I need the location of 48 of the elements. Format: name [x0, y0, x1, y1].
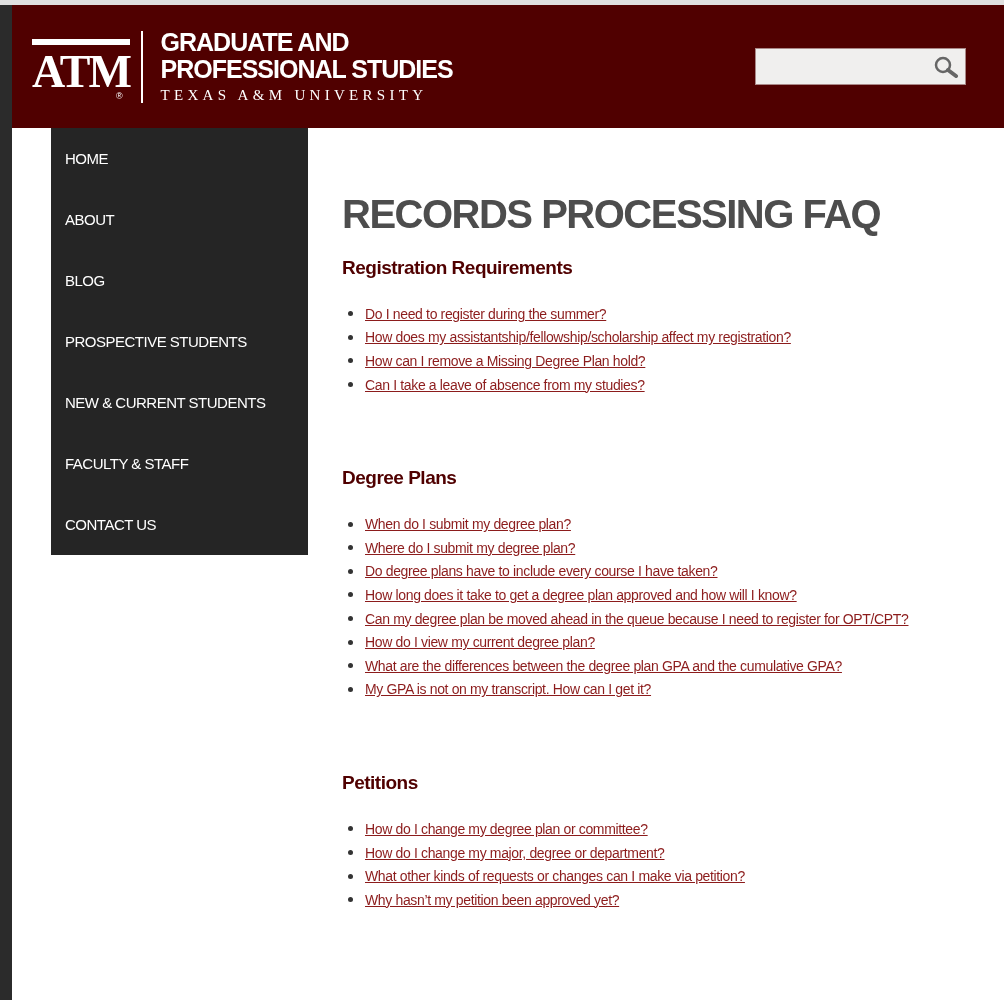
nav-link[interactable]: BLOG	[51, 250, 308, 311]
bullet-icon	[348, 850, 353, 855]
faq-link[interactable]: Do degree plans have to include every course I have taken?	[365, 563, 718, 580]
search-field[interactable]	[755, 48, 966, 85]
section-heading: Registration Requirements	[342, 256, 574, 280]
faq-link[interactable]: How can I remove a Missing Degree Plan hold?	[365, 353, 646, 369]
site-title: PROFESSIONAL STUDIES	[160, 56, 453, 83]
section-heading: Petitions	[342, 771, 419, 796]
bullet-icon	[348, 663, 353, 669]
bullet-icon	[348, 545, 353, 551]
faq-link[interactable]: My GPA is not on my transcript. How can I get it?	[365, 681, 652, 698]
faq-link[interactable]: How does my assistantship/fellowship/scholarship affect my registration?	[365, 329, 791, 346]
bullet-icon	[348, 358, 353, 364]
faq-link[interactable]: How long does it take to get a degree plan approved and how will I know?	[365, 586, 797, 603]
bullet-icon	[348, 592, 353, 598]
bullet-icon	[348, 897, 353, 903]
faq-link[interactable]: What are the differences between the degree plan GPA and the cumulative GPA?	[365, 657, 842, 674]
faq-link[interactable]: How do I view my current degree plan?	[365, 634, 595, 651]
nav-link[interactable]: ABOUT	[51, 189, 308, 250]
faq-link[interactable]: Can my degree plan be moved ahead in the queue because I need to register for OPT/CPT?	[365, 610, 909, 627]
section-heading: Degree Plans	[342, 466, 458, 491]
faq-link[interactable]: How do I change my major, degree or department?	[365, 844, 665, 861]
university-name: TEXAS A&M UNIVERSITY	[160, 87, 429, 104]
bullet-icon	[348, 873, 353, 879]
faq-link[interactable]: Where do I submit my degree plan?	[365, 539, 576, 556]
bullet-icon	[348, 334, 353, 340]
bullet-icon	[348, 686, 353, 692]
page-title: RECORDS PROCESSING FAQ	[342, 191, 882, 238]
nav-link[interactable]: PROSPECTIVE STUDENTS	[51, 311, 308, 372]
search-icon[interactable]	[933, 55, 959, 78]
bullet-icon	[348, 382, 353, 388]
faq-link[interactable]: Can I take a leave of absence from my studies?	[365, 376, 645, 393]
faq-link[interactable]: What other kinds of requests or changes can I make via petition?	[365, 868, 745, 885]
bullet-icon	[348, 616, 353, 622]
faq-link[interactable]: When do I submit my degree plan?	[365, 516, 571, 533]
bullet-icon	[348, 826, 353, 832]
site-title: GRADUATE AND	[160, 29, 350, 56]
faq-link[interactable]: Do I need to register during the summer?	[365, 305, 607, 322]
bullet-icon	[348, 639, 353, 645]
bullet-icon	[348, 311, 353, 317]
faq-link[interactable]: How do I change my degree plan or committee?	[365, 820, 648, 837]
bullet-icon	[348, 568, 353, 574]
faq-link[interactable]: Why hasn’t my petition been approved yet?	[365, 891, 620, 908]
nav-link[interactable]: CONTACT US	[51, 494, 308, 555]
nav-link[interactable]: FACULTY & STAFF	[51, 433, 308, 494]
nav-link[interactable]: HOME	[51, 128, 308, 189]
nav-link[interactable]: NEW & CURRENT STUDENTS	[51, 372, 308, 433]
bullet-icon	[348, 521, 353, 527]
